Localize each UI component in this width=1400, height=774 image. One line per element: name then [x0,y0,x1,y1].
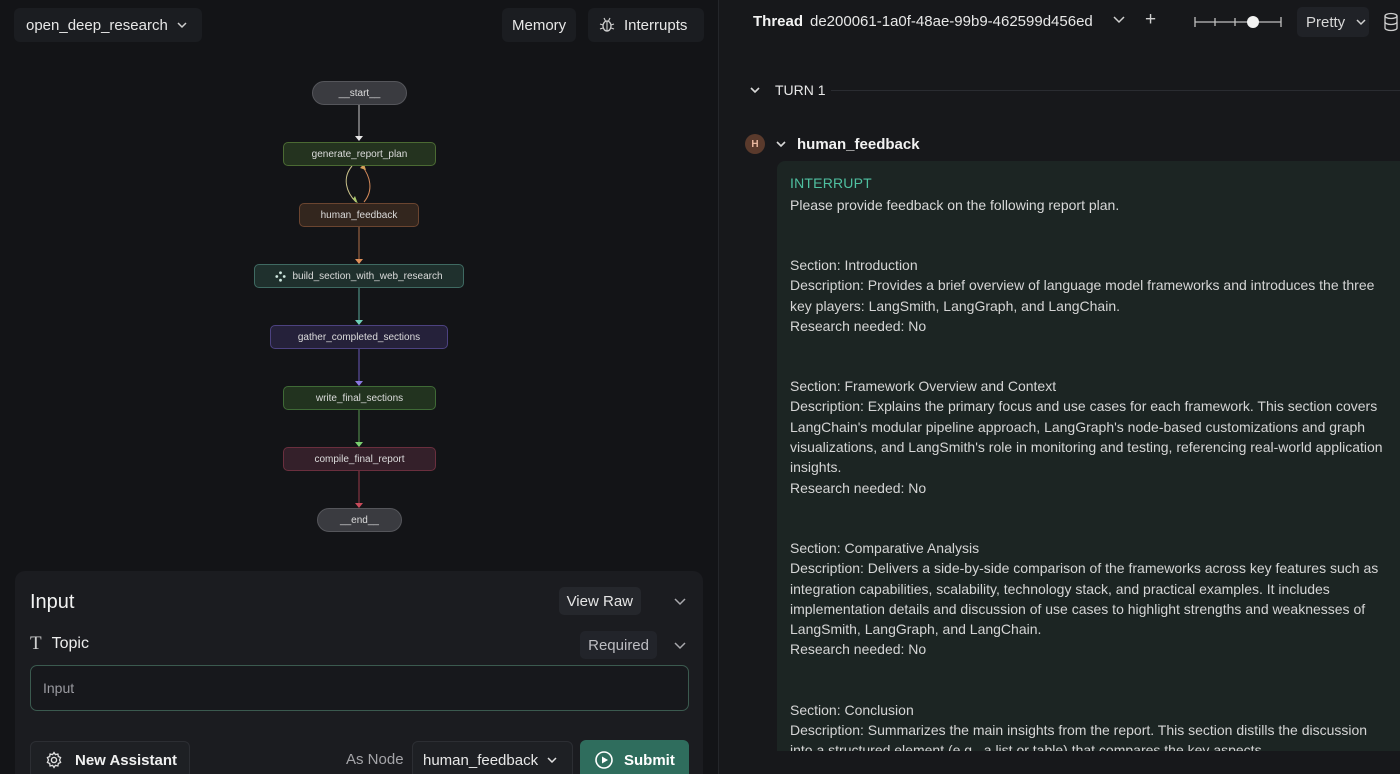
thread-label: Thread [753,13,804,30]
node-label: human_feedback [320,209,398,221]
topic-label: Topic [51,635,89,652]
chevron-down-icon[interactable] [1112,12,1126,26]
required-badge[interactable]: Required [580,631,657,659]
gear-icon [46,751,62,769]
node-label: generate_report_plan [311,148,408,160]
interrupt-intro: Please provide feedback on the following… [790,197,1120,213]
turn-header[interactable]: TURN 1 [749,82,826,98]
section-description: Description: Delivers a side-by-side com… [790,560,1379,638]
history-slider[interactable] [1193,12,1283,32]
graph-node-start[interactable]: __start__ [312,81,407,105]
node-badge: H [745,134,765,154]
graph-node-compile-final-report[interactable]: compile_final_report [283,447,436,471]
plan-section: Section: Introduction Description: Provi… [790,255,1389,336]
assistant-select[interactable]: open_deep_research [14,8,202,42]
graph-node-build-section[interactable]: build_section_with_web_research [254,264,464,288]
section-title: Section: Framework Overview and Context [790,378,1057,395]
section-description: Description: Explains the primary focus … [790,398,1383,476]
section-research: Research needed: No [790,641,927,658]
section-title: Section: Comparative Analysis [790,539,980,556]
chevron-down-icon [750,87,760,94]
view-mode-select[interactable]: Pretty [1297,7,1369,37]
thread-pane: Thread de200061-1a0f-48ae-99b9-462599d45… [718,0,1400,774]
node-label: compile_final_report [314,453,405,465]
turn-divider [831,90,1400,91]
view-raw-button[interactable]: View Raw [558,587,641,615]
submit-button[interactable]: Submit [580,740,689,774]
collapse-chevron-icon[interactable] [673,595,687,607]
topic-field-label: T Topic [30,633,89,655]
view-mode-label: Pretty [1306,13,1346,31]
play-circle-icon [595,751,613,769]
interrupts-label: Interrupts [624,16,688,34]
node-run-header[interactable]: H human_feedback [745,134,920,154]
graph-node-generate-report-plan[interactable]: generate_report_plan [283,142,436,166]
section-title: Section: Conclusion [790,701,914,718]
assistant-name: open_deep_research [26,16,168,34]
node-label: build_section_with_web_research [292,270,443,282]
graph-node-human-feedback[interactable]: human_feedback [299,203,419,227]
input-panel: Input View Raw T Topic Required New Assi… [15,571,703,774]
plan-section: Section: Framework Overview and Context … [790,376,1389,498]
thread-id-select[interactable]: de200061-1a0f-48ae-99b9-462599d456ed [810,13,1093,30]
submit-label: Submit [624,751,675,769]
memory-label: Memory [512,16,567,34]
section-title: Section: Introduction [790,257,918,273]
interrupt-label: INTERRUPT [790,175,872,191]
subgraph-icon [275,270,287,282]
node-label: write_final_sections [315,392,404,404]
chevron-down-icon [1356,19,1366,26]
section-research: Research needed: No [790,479,927,496]
interrupts-button[interactable]: Interrupts [588,8,704,42]
chevron-down-icon [547,757,557,764]
input-title: Input [30,591,75,613]
chevron-down-icon [776,141,786,148]
text-type-icon: T [30,633,42,654]
as-node-label: As Node [346,751,404,768]
topic-input[interactable] [30,665,689,711]
graph-node-end[interactable]: __end__ [317,508,402,532]
graph-edges [345,104,371,508]
graph-node-write-final-sections[interactable]: write_final_sections [283,386,436,410]
section-description: Description: Provides a brief overview o… [790,277,1375,314]
graph-node-gather-completed-sections[interactable]: gather_completed_sections [270,325,448,349]
turn-label: TURN 1 [775,82,826,98]
as-node-value: human_feedback [423,751,539,769]
plan-section: Section: Comparative Analysis Descriptio… [790,538,1389,660]
plan-section: Section: Conclusion Description: Summari… [790,700,1389,751]
node-label: gather_completed_sections [297,331,421,343]
node-label: __end__ [340,514,379,526]
node-label: __start__ [338,87,381,99]
graph-canvas: __start__ generate_report_plan human_fee… [0,60,718,560]
node-run-name: human_feedback [797,135,920,153]
field-chevron-icon[interactable] [673,639,687,651]
new-assistant-button[interactable]: New Assistant [30,741,190,774]
bug-icon [599,17,615,32]
section-description: Description: Summarizes the main insight… [790,722,1368,751]
new-thread-plus-icon[interactable]: + [1145,9,1156,31]
graph-pane: open_deep_research Memory Interrupts __s… [0,0,718,774]
as-node-select[interactable]: human_feedback [412,741,573,774]
database-icon[interactable] [1383,12,1399,32]
required-label: Required [588,636,649,654]
interrupt-panel: INTERRUPT Please provide feedback on the… [777,161,1400,751]
section-research: Research needed: No [790,317,927,334]
memory-button[interactable]: Memory [502,8,577,42]
thread-toolbar: Thread de200061-1a0f-48ae-99b9-462599d45… [719,0,1400,44]
chevron-down-icon [177,22,187,29]
new-assistant-label: New Assistant [75,751,177,769]
view-raw-label: View Raw [566,592,633,610]
